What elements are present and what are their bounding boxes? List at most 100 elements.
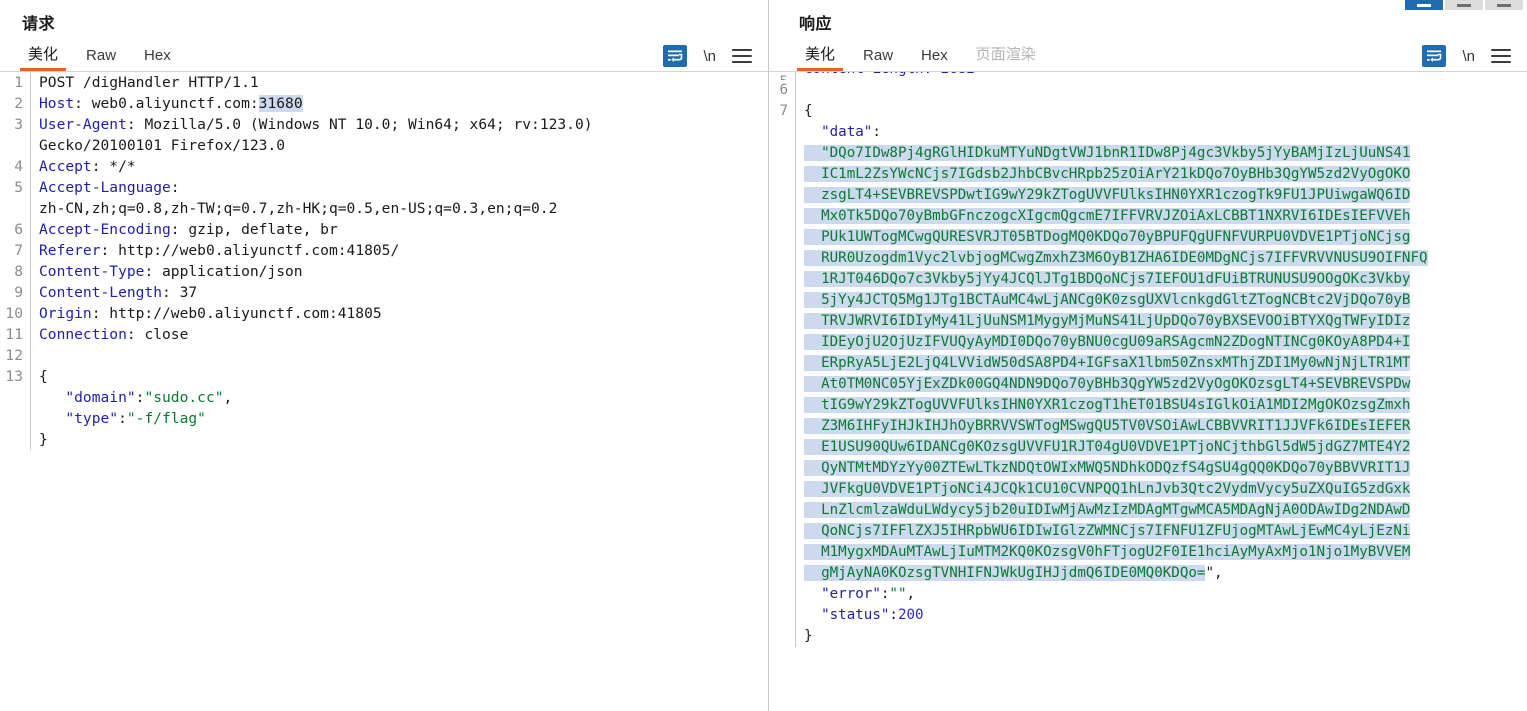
word-wrap-icon	[663, 45, 688, 67]
line-number: 7	[779, 103, 788, 119]
code-line: IDEyOjU2OjUzIFVUQyAyMDI0DQo70yBNU0cgU09a…	[769, 332, 1527, 353]
tab-request-pretty[interactable]: 美化	[14, 43, 72, 71]
line-text: User-Agent: Mozilla/5.0 (Windows NT 10.0…	[39, 116, 593, 133]
code-line: "status":200	[769, 605, 1527, 626]
line-number: 11	[5, 326, 23, 343]
line-text: QyNTMtMDYzYy00ZTEwLTkzNDQtOWIxMWQ5NDhkOD…	[804, 460, 1411, 476]
line-text: }	[804, 628, 813, 644]
response-menu-button[interactable]	[1491, 49, 1511, 63]
request-panel-title: 请求	[22, 16, 56, 33]
line-text	[31, 345, 48, 366]
request-code-area[interactable]: 1 POST /digHandler HTTP/1.1 2 Host: web0.al…	[0, 72, 768, 711]
line-text: "domain":"sudo.cc",	[39, 389, 233, 406]
code-line: zsgLT4+SEVBREVSPDwtIG9wY29kZTogUVVFUlksI…	[769, 185, 1527, 206]
code-line: 12	[0, 345, 768, 366]
line-number: 4	[14, 158, 23, 175]
minimize-icon	[1417, 4, 1431, 7]
code-line: "type":"-f/flag"	[0, 408, 768, 429]
code-line: ERpRyA5LjE2LjQ4LVVidW50dSA8PD4+IGFsaX1lb…	[769, 353, 1527, 374]
code-line: tIG9wY29kZTogUVVFUlksIHN0YXR1czogT1hET01…	[769, 395, 1527, 416]
line-text: Gecko/20100101 Firefox/123.0	[39, 137, 286, 154]
tab-request-raw[interactable]: Raw	[72, 47, 130, 71]
code-line: 10 Origin: http://web0.aliyunctf.com:4180…	[0, 303, 768, 324]
line-text: QoNCjs7IFFlZXJ5IHRpbWU6IDIwIGlzZWMNCjs7I…	[804, 523, 1411, 539]
code-line: IC1mL2ZsYWcNCjs7IGdsb2JhbCBvcHRpb25zOiAr…	[769, 164, 1527, 185]
line-text: Mx0Tk5DQo70yBmbGFnczogcXIgcmQgcmE7IFFVRV…	[804, 208, 1411, 224]
response-tabbar: 美化 Raw Hex 页面渲染 \n	[769, 40, 1527, 72]
line-text: JVFkgU0VDVE1PTjoNCi4JCQk1CU10CVNPQQ1hLnJ…	[804, 481, 1411, 497]
response-word-wrap-button[interactable]	[1422, 45, 1447, 67]
response-panel: 响应 美化 Raw Hex 页面渲染 \n 6 7 {"data": "DQo…	[768, 0, 1527, 711]
code-line: RUR0Uzogdm1Vyc2lvbjogMCwgZmxhZ3M6OyB1ZHA…	[769, 248, 1527, 269]
request-panel: 请求 美化 Raw Hex \n 1 POST /digHandler HTTP…	[0, 0, 768, 711]
line-number: 8	[14, 263, 23, 280]
request-tabbar: 美化 Raw Hex \n	[0, 40, 768, 72]
tab-response-pretty[interactable]: 美化	[791, 43, 849, 71]
code-line: 3 User-Agent: Mozilla/5.0 (Windows NT 10.…	[0, 114, 768, 135]
line-text: zsgLT4+SEVBREVSPDwtIG9wY29kZTogUVVFUlksI…	[804, 187, 1411, 203]
code-line: At0TM0NC05YjExZDk00GQ4NDN9DQo70yBHb3QgYW…	[769, 374, 1527, 395]
line-text: 1RJT046DQo7c3Vkby5jYy4JCQlJTg1BDQoNCjs7I…	[804, 271, 1411, 287]
tab-response-render[interactable]: 页面渲染	[962, 43, 1050, 71]
request-newline-toggle[interactable]: \n	[703, 48, 716, 65]
code-line: E1USU90QUw6IDANCg0KOzsgUVVFU1RJT04gU0VDV…	[769, 437, 1527, 458]
hamburger-menu-icon	[1491, 49, 1511, 63]
code-line: 7 Referer: http://web0.aliyunctf.com:4180…	[0, 240, 768, 261]
line-text: zh-CN,zh;q=0.8,zh-TW;q=0.7,zh-HK;q=0.5,e…	[39, 200, 558, 217]
line-number: 2	[14, 95, 23, 112]
line-text: "DQo7IDw8Pj4gRGlHIDkuMTYuNDgtVWJ1bnR1IDw…	[804, 145, 1411, 161]
line-text: "error":"",	[804, 586, 916, 602]
line-number: 3	[14, 116, 23, 133]
response-code-area[interactable]: 5Content-Length: 26826 7{ "data": "DQo7I…	[769, 72, 1527, 711]
line-text: IDEyOjU2OjUzIFVUQyAyMDI0DQo70yBNU0cgU09a…	[804, 334, 1411, 350]
code-line: 7{	[769, 101, 1527, 122]
tab-request-hex[interactable]: Hex	[130, 47, 185, 71]
code-line: LnZlcmlzaWduLWdycy5jb20uIDIwMjAwMzIzMDAg…	[769, 500, 1527, 521]
tab-response-hex[interactable]: Hex	[907, 47, 962, 71]
line-number: 5	[14, 179, 23, 196]
line-number: 9	[14, 284, 23, 301]
line-text: PUk1UWTogMCwgQURESVRJT05BTDogMQ0KDQo70yB…	[804, 229, 1411, 245]
code-line: gMjAyNA0KOzsgTVNHIFNJWkUgIHJjdmQ6IDE0MQ0…	[769, 563, 1527, 584]
line-text: At0TM0NC05YjExZDk00GQ4NDN9DQo70yBHb3QgYW…	[804, 376, 1411, 392]
response-tab-tools: \n	[1422, 45, 1527, 71]
response-newline-toggle[interactable]: \n	[1462, 48, 1475, 65]
tab-response-raw[interactable]: Raw	[849, 47, 907, 71]
line-text: tIG9wY29kZTogUVVFUlksIHN0YXR1czogT1hET01…	[804, 397, 1411, 413]
code-line: "DQo7IDw8Pj4gRGlHIDkuMTYuNDgtVWJ1bnR1IDw…	[769, 143, 1527, 164]
line-text: {	[804, 103, 813, 119]
line-text: POST /digHandler HTTP/1.1	[39, 74, 259, 91]
line-text: Content-Type: application/json	[39, 263, 303, 280]
line-text: Accept-Encoding: gzip, deflate, br	[39, 221, 338, 238]
line-number: 6	[14, 221, 23, 238]
word-wrap-icon	[1422, 45, 1447, 67]
request-menu-button[interactable]	[732, 49, 752, 63]
line-text: 5jYy4JCTQ5Mg1JTg1BCTAuMC4wLjANCg0K0zsgUX…	[804, 292, 1411, 308]
line-text: Z3M6IHFyIHJkIHJhOyBRRVVSWTogMSwgQU5TV0VS…	[804, 418, 1411, 434]
line-text: Referer: http://web0.aliyunctf.com:41805…	[39, 242, 400, 259]
code-line: 6	[769, 80, 1527, 101]
line-text: RUR0Uzogdm1Vyc2lvbjogMCwgZmxhZ3M6OyB1ZHA…	[804, 250, 1428, 266]
minimize-button[interactable]	[1405, 0, 1443, 10]
close-button[interactable]	[1485, 0, 1523, 10]
line-text: "data":	[804, 124, 881, 140]
code-line: Z3M6IHFyIHJkIHJhOyBRRVVSWTogMSwgQU5TV0VS…	[769, 416, 1527, 437]
line-number: 10	[5, 305, 23, 322]
maximize-button[interactable]	[1445, 0, 1483, 10]
hamburger-menu-icon	[732, 49, 752, 63]
line-text: TRVJWRVI6IDIyMy41LjUuNSM1MygyMjMuNS41LjU…	[804, 313, 1411, 329]
line-number: 13	[5, 368, 23, 385]
line-text: "type":"-f/flag"	[39, 410, 206, 427]
line-text: Accept: */*	[39, 158, 136, 175]
code-line: Mx0Tk5DQo70yBmbGFnczogcXIgcmQgcmE7IFFVRV…	[769, 206, 1527, 227]
request-word-wrap-button[interactable]	[663, 45, 688, 67]
request-tab-tools: \n	[663, 45, 768, 71]
line-text: {	[39, 368, 48, 385]
code-line: "domain":"sudo.cc",	[0, 387, 768, 408]
window-controls[interactable]	[1403, 0, 1523, 10]
code-line: 5jYy4JCTQ5Mg1JTg1BCTAuMC4wLjANCg0K0zsgUX…	[769, 290, 1527, 311]
line-text: gMjAyNA0KOzsgTVNHIFNJWkUgIHJjdmQ6IDE0MQ0…	[804, 565, 1223, 581]
line-text	[796, 80, 813, 101]
line-text: Origin: http://web0.aliyunctf.com:41805	[39, 305, 382, 322]
code-line: 11 Connection: close	[0, 324, 768, 345]
